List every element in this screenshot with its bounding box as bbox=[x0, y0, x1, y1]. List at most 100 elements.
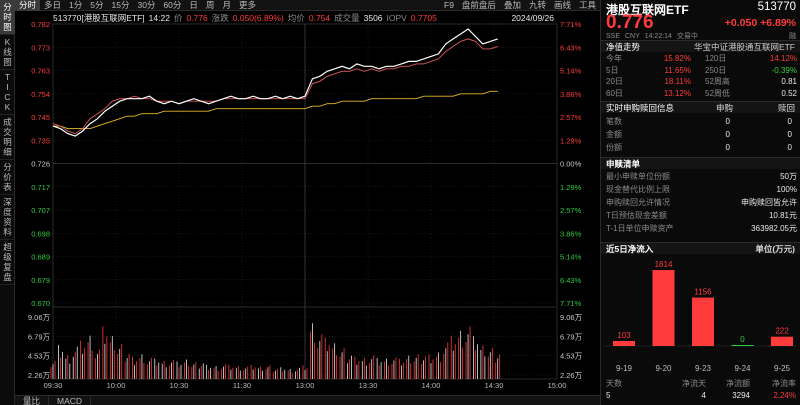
sidebar-tab-4[interactable]: 分价表 bbox=[0, 160, 15, 195]
pct-tick-label: 7.71% bbox=[560, 299, 582, 308]
sidebar-tab-char: 时 bbox=[3, 12, 12, 22]
pct-tick-label: 6.43% bbox=[560, 43, 582, 52]
period-tab-10[interactable]: 更多 bbox=[235, 0, 260, 11]
info-vol: 3506 bbox=[363, 12, 383, 23]
net-inflow-date-label: 9-20 bbox=[655, 364, 672, 373]
sidebar-tab-char: 细 bbox=[3, 147, 12, 157]
pct-tick-label: 2.57% bbox=[560, 206, 582, 215]
toolbar-tool-1[interactable]: 盘前盘后 bbox=[458, 0, 500, 11]
exchange-label: SSE bbox=[606, 33, 621, 40]
nav-trend-period: 20日 bbox=[606, 77, 623, 86]
volume-tick-label: 2.26万 bbox=[28, 371, 51, 380]
period-tab-5[interactable]: 30分 bbox=[133, 0, 159, 11]
period-tab-1[interactable]: 多日 bbox=[40, 0, 65, 11]
period-tab-9[interactable]: 月 bbox=[218, 0, 235, 11]
sidebar-tab-char: 图 bbox=[3, 57, 12, 67]
creation-list-label: 现金替代比例上限 bbox=[606, 185, 670, 194]
toolbar-tool-0[interactable]: F9 bbox=[440, 0, 458, 11]
time-tick-label: 14:00 bbox=[422, 381, 441, 390]
series-line-1 bbox=[52, 38, 498, 135]
price-tick-label: 0.735 bbox=[31, 136, 50, 145]
sidebar-tab-3[interactable]: 成交明细 bbox=[0, 115, 15, 160]
sidebar-tab-2[interactable]: TICK bbox=[0, 70, 15, 115]
period-tab-0[interactable]: 分时 bbox=[15, 0, 41, 11]
currency-label: CNY bbox=[624, 33, 640, 40]
toolbar-tool-4[interactable]: 画线 bbox=[550, 0, 575, 11]
price-tick-label: 0.763 bbox=[31, 67, 50, 76]
intraday-chart[interactable]: 0.782 7.71% 0.773 6.43% 0.763 5.14% 0.754 3.86%… bbox=[15, 11, 600, 395]
period-tab-4[interactable]: 15分 bbox=[108, 0, 134, 11]
creation-list-title: 申赎清单 bbox=[606, 159, 641, 169]
time-tick-label: 10:00 bbox=[107, 381, 126, 390]
price-tick-label: 0.773 bbox=[31, 43, 50, 52]
time-tick-label: 13:00 bbox=[296, 381, 315, 390]
info-time: 14:22 bbox=[148, 12, 170, 23]
nav-trend-period: 60日 bbox=[606, 88, 623, 98]
period-toolbar: 分时 多日 1分 5分 15分 30分 60分日周月更多 F9 盘前盘后 叠加 九转 画线 工具 bbox=[15, 0, 600, 11]
pct-tick-label: 3.86% bbox=[560, 229, 582, 238]
sidebar-tab-1[interactable]: K线图 bbox=[0, 35, 15, 70]
price-change-pct: +6.89% bbox=[760, 17, 796, 29]
realtime-subscribe-value: 0 bbox=[725, 130, 730, 139]
info-code-name: 513770[港股互联网ETF] bbox=[53, 12, 145, 23]
price-tick-label: 0.782 bbox=[31, 20, 50, 29]
sidebar-tab-char: 度 bbox=[3, 207, 12, 217]
nav-trend-return: 15.82% bbox=[663, 54, 691, 63]
sidebar-tab-char: 资 bbox=[3, 217, 12, 227]
period-tab-3[interactable]: 5分 bbox=[86, 0, 107, 11]
info-price-label: 价 bbox=[173, 12, 183, 23]
net-inflow-header-2: 净流额 bbox=[726, 379, 750, 388]
sidebar-tab-0[interactable]: 分时图 bbox=[0, 0, 15, 35]
sidebar-tab-5[interactable]: 深度资料 bbox=[0, 195, 15, 240]
nav-trend-title: 净值走势 bbox=[606, 42, 641, 52]
time-tick-label: 15:00 bbox=[548, 381, 567, 390]
indicator-tab-volume-ratio[interactable]: 量比 bbox=[15, 396, 50, 405]
creation-list-row: 现金替代比例上限 100% bbox=[601, 184, 800, 195]
sidebar-tab-char: 价 bbox=[3, 172, 12, 182]
creation-list-value: 申购赎回皆允许 bbox=[741, 198, 797, 207]
net-inflow-bar bbox=[613, 341, 635, 346]
nav-trend-period: 今年 bbox=[606, 54, 622, 63]
quote-time: 14:22:14 bbox=[644, 33, 672, 40]
net-inflow-header-1: 净流天 bbox=[682, 379, 706, 388]
sidebar-tab-char: 盘 bbox=[3, 272, 12, 282]
nav-trend-row: 20日 18.11% 52周高 0.81 bbox=[601, 76, 800, 87]
period-tab-6[interactable]: 60分 bbox=[159, 0, 185, 11]
price-change: +0.050 +6.89% bbox=[725, 17, 796, 29]
view-sidebar: 分时图K线图TICK成交明细分价表深度资料超级复盘 bbox=[0, 0, 15, 405]
net-inflow-value-label: 1156 bbox=[694, 288, 712, 297]
intraday-chart-svg: 0.782 7.71% 0.773 6.43% 0.763 5.14% 0.754 3.86%… bbox=[28, 20, 583, 390]
nav-trend-value-2: -0.39% bbox=[771, 65, 797, 75]
period-tab-7[interactable]: 日 bbox=[185, 0, 202, 11]
net-inflow-header-0: 天数 bbox=[606, 379, 622, 388]
sidebar-tab-6[interactable]: 超级复盘 bbox=[0, 240, 15, 285]
toolbar-tool-2[interactable]: 叠加 bbox=[500, 0, 525, 11]
security-code: 513770 bbox=[757, 1, 796, 13]
realtime-title: 实时申购赎回信息 bbox=[606, 103, 675, 113]
net-inflow-value-1: 4 bbox=[701, 391, 706, 400]
creation-list-header: 申赎清单 bbox=[601, 157, 800, 169]
net-inflow-value-label: 103 bbox=[617, 331, 631, 340]
nav-trend-period-2: 52周低 bbox=[705, 88, 730, 98]
creation-list-label: 最小申赎单位份额 bbox=[606, 172, 670, 181]
period-tab-2[interactable]: 1分 bbox=[65, 0, 86, 11]
net-inflow-value-label: 1814 bbox=[655, 260, 673, 269]
net-inflow-summary: 天数 净流天 净流额 净流率 5 4 3294 2.24% bbox=[600, 374, 800, 405]
net-inflow-bar bbox=[692, 297, 714, 346]
net-inflow-value-label: 0 bbox=[740, 335, 745, 344]
nav-trend-period-2: 52周高 bbox=[705, 77, 730, 86]
net-inflow-date-label: 9-23 bbox=[695, 364, 712, 373]
time-tick-label: 09:30 bbox=[44, 381, 63, 390]
toolbar-tool-3[interactable]: 九转 bbox=[525, 0, 550, 11]
period-tab-8[interactable]: 周 bbox=[202, 0, 219, 11]
indicator-tab-macd[interactable]: MACD bbox=[49, 396, 92, 405]
volume-tick-label-right: 9.06万 bbox=[560, 313, 583, 322]
price-tick-label: 0.698 bbox=[31, 229, 50, 238]
pct-tick-label: 1.29% bbox=[560, 136, 582, 145]
sidebar-tab-char: T bbox=[4, 72, 11, 82]
creation-list-value: 10.81元 bbox=[768, 211, 797, 220]
nav-trend-period-2: 120日 bbox=[705, 54, 727, 63]
nav-trend-return: 11.65% bbox=[664, 65, 691, 75]
net-inflow-bar-chart: 103 9-19 1814 9-20 1156 9-23 0 9-24 222 9-25 bbox=[604, 260, 796, 373]
toolbar-tool-5[interactable]: 工具 bbox=[575, 0, 600, 11]
